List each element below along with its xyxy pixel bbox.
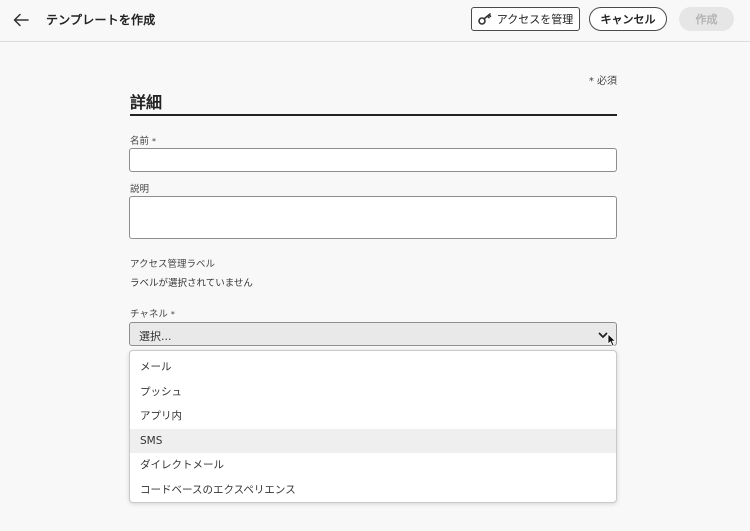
back-button[interactable] (10, 9, 32, 31)
channel-label-text: チャネル (130, 309, 168, 320)
channel-option-code-based[interactable]: コードベースのエクスペリエンス (130, 478, 616, 503)
name-label: 名前 * (130, 133, 156, 147)
channel-option-in-app[interactable]: アプリ内 (130, 404, 616, 429)
channel-option-direct-mail[interactable]: ダイレクトメール (130, 453, 616, 478)
required-star: * (170, 310, 175, 319)
description-input[interactable] (129, 196, 617, 239)
create-button[interactable]: 作成 (679, 7, 734, 31)
access-labels-label: アクセス管理ラベル (130, 259, 216, 270)
access-labels-value: ラベルが選択されていません (130, 278, 253, 289)
cancel-button[interactable]: キャンセル (589, 7, 667, 31)
channel-option-push[interactable]: プッシュ (130, 380, 616, 405)
page-title: テンプレートを作成 (46, 13, 156, 27)
description-label: 説明 (130, 184, 150, 195)
channel-picker-value: 選択... (139, 330, 172, 343)
arrow-left-icon (13, 13, 29, 27)
manage-access-button[interactable]: アクセスを管理 (471, 7, 580, 31)
section-divider (130, 114, 617, 116)
section-title: 詳細 (130, 93, 163, 112)
channel-label: チャネル * (130, 306, 175, 320)
name-input[interactable] (129, 148, 617, 172)
required-note: * 必須 (588, 76, 617, 87)
mouse-pointer-icon (607, 333, 617, 347)
channel-option-sms[interactable]: SMS (130, 428, 616, 453)
name-label-text: 名前 (130, 136, 150, 147)
channel-option-email[interactable]: メール (130, 355, 616, 380)
app-header: テンプレートを作成 アクセスを管理 キャンセル 作成 (0, 0, 750, 42)
channel-dropdown: メール プッシュ アプリ内 SMS ダイレクトメール コードベースのエクスペリエ… (129, 350, 617, 503)
manage-access-label: アクセスを管理 (496, 13, 574, 26)
key-icon (477, 13, 492, 25)
channel-picker[interactable]: 選択... (129, 322, 617, 346)
required-star: * (152, 137, 157, 146)
